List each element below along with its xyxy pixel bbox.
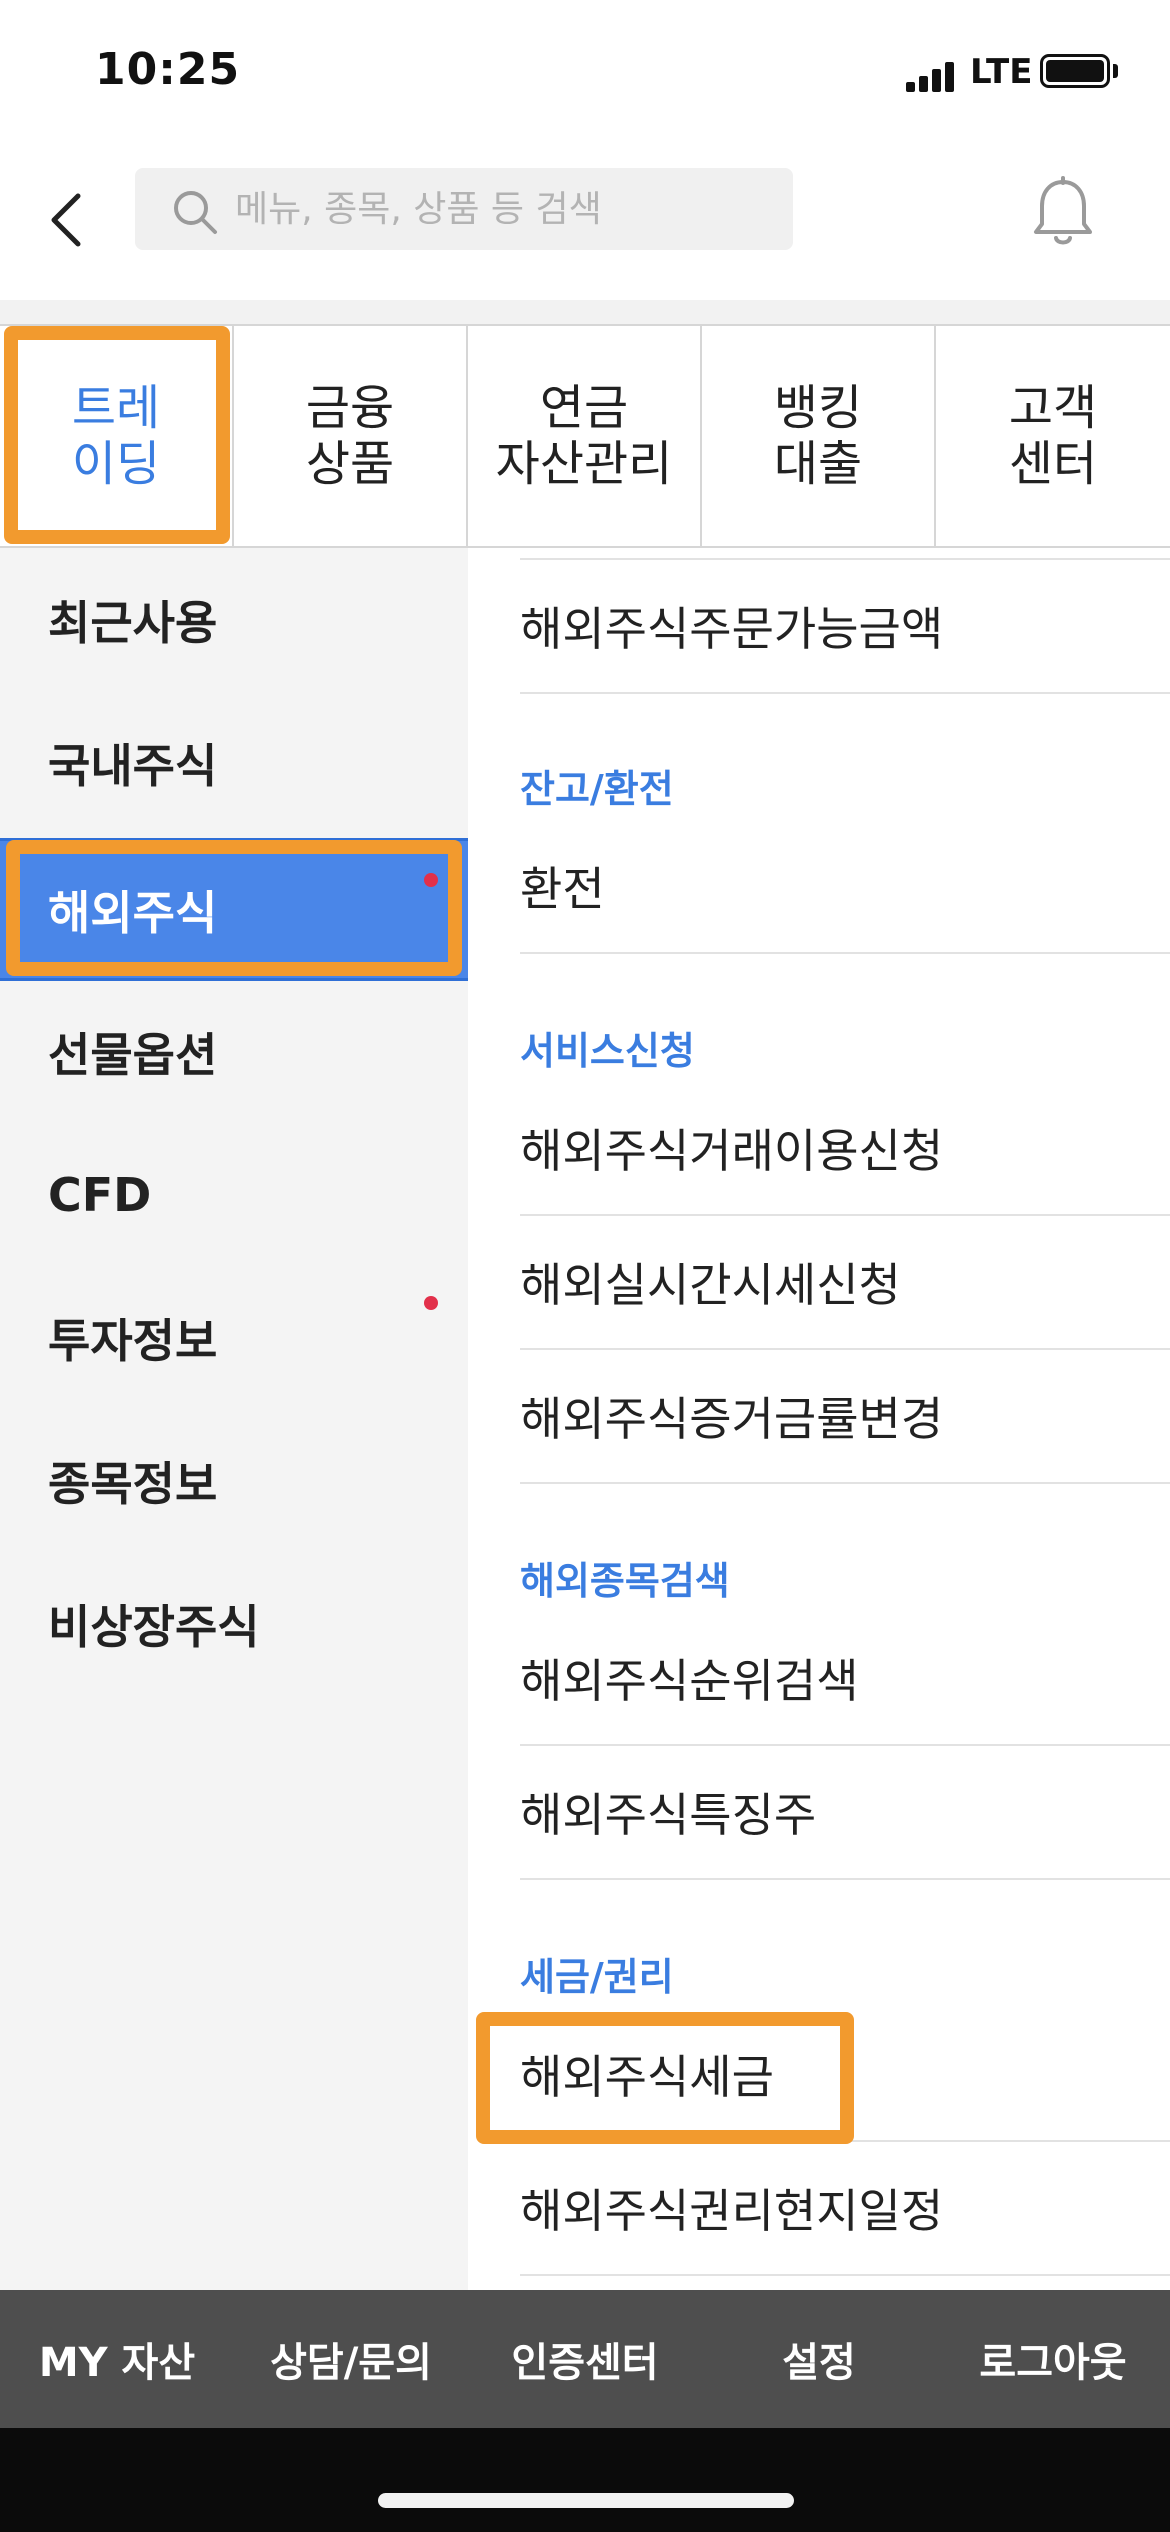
section-title-balance-exchange: 잔고/환전 <box>520 767 674 811</box>
network-type: LTE <box>970 52 1033 92</box>
section-title-stock-search: 해외종목검색 <box>520 1559 730 1603</box>
menu-item-ranking-search[interactable]: 해외주식순위검색 <box>520 1612 1170 1746</box>
sidebar-item-label: 국내주식 <box>48 738 218 793</box>
sidebar-item-label: 비상장주식 <box>48 1599 260 1654</box>
logout-button[interactable]: 로그아웃 <box>936 2290 1170 2428</box>
search-icon <box>174 191 217 234</box>
menu-item-featured-stocks[interactable]: 해외주식특징주 <box>520 1746 1170 1880</box>
tab-financial-products[interactable]: 금융 상품 <box>234 326 468 546</box>
certification-center-button[interactable]: 인증센터 <box>468 2290 702 2428</box>
menu-item-order-available-amount[interactable]: 해외주식주문가능금액 <box>520 560 1170 694</box>
sidebar-item-label: CFD <box>48 1167 152 1222</box>
bottom-bar: MY 자산 상담/문의 인증센터 설정 로그아웃 <box>0 2290 1170 2428</box>
battery-cap <box>1113 64 1118 78</box>
menu-item-realtime-quote-application[interactable]: 해외실시간시세신청 <box>520 1216 1170 1350</box>
sidebar-item-recent[interactable]: 최근사용 <box>0 548 468 691</box>
notification-button[interactable] <box>1030 176 1096 250</box>
new-badge-dot <box>424 873 438 887</box>
new-badge-dot <box>424 1296 438 1310</box>
menu-item-trading-application[interactable]: 해외주식거래이용신청 <box>520 1082 1170 1216</box>
menu-item-rights-local-schedule[interactable]: 해외주식권리현지일정 <box>520 2142 1170 2276</box>
search-input[interactable] <box>235 168 775 250</box>
battery-icon <box>1040 54 1110 88</box>
home-area <box>0 2428 1170 2532</box>
sidebar-item-label: 선물옵션 <box>48 1027 218 1082</box>
left-menu: 최근사용 국내주식 해외주식 선물옵션 CFD 투자정보 종목정보 비상장주식 <box>0 548 468 2290</box>
section-title-tax-rights: 세금/권리 <box>520 1955 674 1999</box>
header <box>0 140 1170 300</box>
sidebar-item-label: 투자정보 <box>48 1313 218 1368</box>
sidebar-item-label: 최근사용 <box>48 595 218 650</box>
search-box[interactable] <box>135 168 793 250</box>
my-assets-button[interactable]: MY 자산 <box>0 2290 234 2428</box>
bell-icon <box>1034 176 1092 245</box>
menu-item-margin-rate-change[interactable]: 해외주식증거금률변경 <box>520 1350 1170 1484</box>
consult-inquiry-button[interactable]: 상담/문의 <box>234 2290 468 2428</box>
sidebar-item-label: 해외주식 <box>48 885 218 940</box>
sidebar-item-domestic-stock[interactable]: 국내주식 <box>0 691 468 834</box>
back-button[interactable] <box>40 180 100 260</box>
status-bar: 10:25 LTE <box>0 0 1170 140</box>
menu-item-overseas-stock-tax[interactable]: 해외주식세금 <box>520 2008 1170 2142</box>
tab-trading[interactable]: 트레 이딩 <box>0 326 234 546</box>
tab-pension-asset[interactable]: 연금 자산관리 <box>468 326 702 546</box>
home-indicator[interactable] <box>378 2493 794 2508</box>
status-time: 10:25 <box>95 44 241 95</box>
chevron-left-icon <box>51 193 81 247</box>
sidebar-item-overseas-stock[interactable]: 해외주식 <box>0 838 468 981</box>
sidebar-item-stock-info[interactable]: 종목정보 <box>0 1409 468 1552</box>
tab-banking-loan[interactable]: 뱅킹 대출 <box>702 326 936 546</box>
settings-button[interactable]: 설정 <box>702 2290 936 2428</box>
sidebar-item-cfd[interactable]: CFD <box>0 1123 468 1266</box>
tab-customer-center[interactable]: 고객 센터 <box>936 326 1170 546</box>
section-title-service-application: 서비스신청 <box>520 1029 695 1073</box>
sidebar-item-futures-options[interactable]: 선물옵션 <box>0 980 468 1123</box>
signal-icon <box>906 58 958 92</box>
sidebar-item-unlisted-stock[interactable]: 비상장주식 <box>0 1552 468 1695</box>
submenu-panel: 해외주식주문가능금액 잔고/환전 환전 서비스신청 해외주식거래이용신청 해외실… <box>468 548 1170 2290</box>
category-tabs: 트레 이딩 금융 상품 연금 자산관리 뱅킹 대출 고객 센터 <box>0 324 1170 548</box>
divider <box>0 300 1170 324</box>
menu-item-exchange[interactable]: 환전 <box>520 820 1170 954</box>
sidebar-item-label: 종목정보 <box>48 1456 218 1511</box>
sidebar-item-investment-info[interactable]: 투자정보 <box>0 1266 468 1409</box>
